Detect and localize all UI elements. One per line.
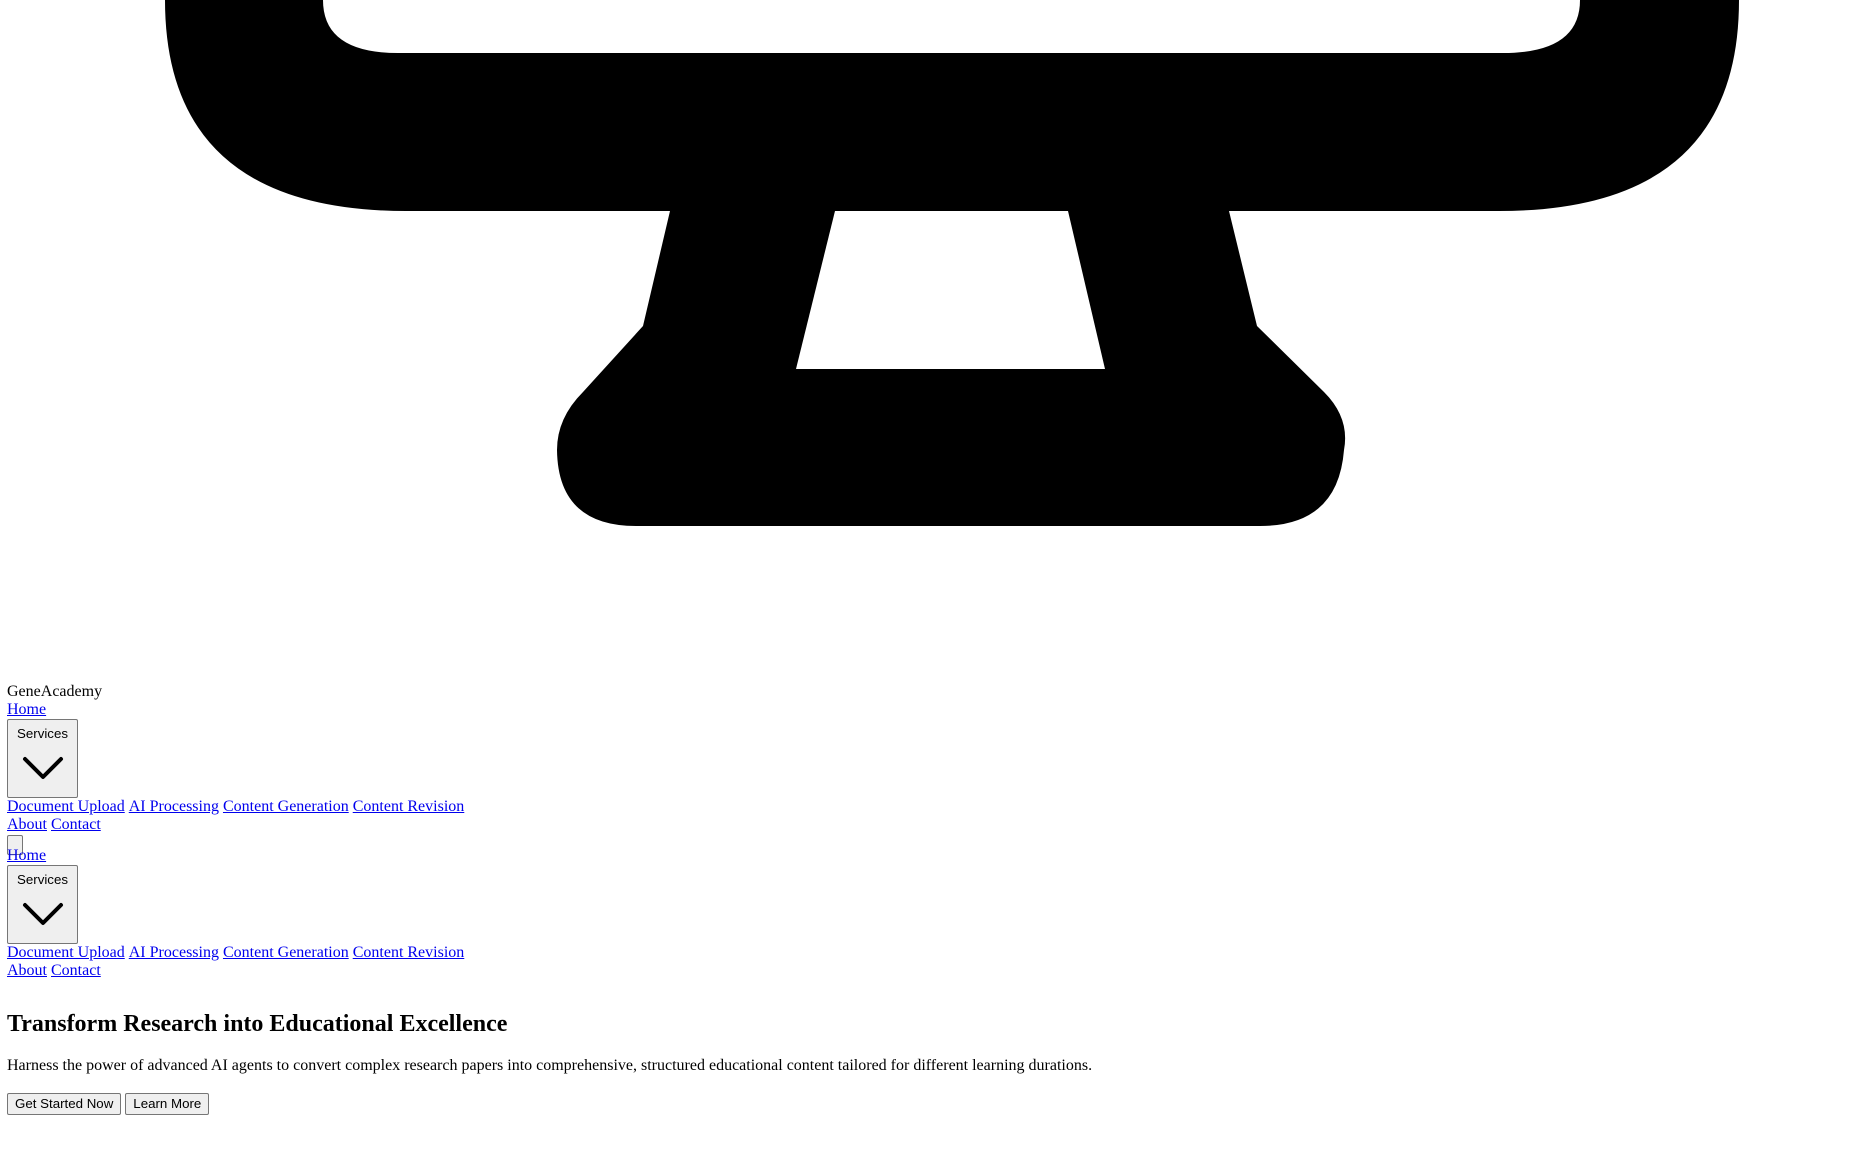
mobile-services-menu: Document Upload AI Processing Content Gene… xyxy=(7,944,607,962)
hero-actions: Get Started Now Learn More xyxy=(7,1093,213,1115)
page: GeneAcademy Home Services Document Uploa… xyxy=(0,0,1875,1150)
mobile-navigation: Home Services Document Upload AI Processi… xyxy=(7,847,607,980)
mobile-nav-about-link[interactable]: About xyxy=(7,962,47,979)
chevron-down-icon xyxy=(22,756,63,779)
desktop-service-content-revision-link[interactable]: Content Revision xyxy=(353,798,465,815)
hero-description: Harness the power of advanced AI agents … xyxy=(7,1057,1093,1074)
desktop-services-menu: Document Upload AI Processing Content Gene… xyxy=(7,798,1607,816)
hero-title: Transform Research into Educational Exce… xyxy=(7,1011,508,1037)
mobile-nav-contact-link[interactable]: Contact xyxy=(51,962,101,979)
mobile-nav-home-link[interactable]: Home xyxy=(7,847,46,864)
learn-more-button[interactable]: Learn More xyxy=(125,1093,210,1115)
mobile-service-content-generation-link[interactable]: Content Generation xyxy=(223,944,349,961)
desktop-services-dropdown-button[interactable]: Services xyxy=(7,719,78,798)
mobile-service-document-upload-link[interactable]: Document Upload xyxy=(7,944,125,961)
page-content: GeneAcademy Home Services Document Uploa… xyxy=(7,683,1607,1115)
desktop-nav-contact-link[interactable]: Contact xyxy=(51,816,101,833)
mobile-services-label: Services xyxy=(17,871,68,887)
brand-name: GeneAcademy xyxy=(7,683,103,700)
mobile-services-dropdown-button[interactable]: Services xyxy=(7,865,78,944)
desktop-services-label: Services xyxy=(17,725,68,741)
get-started-button[interactable]: Get Started Now xyxy=(7,1093,122,1115)
desktop-service-document-upload-link[interactable]: Document Upload xyxy=(7,798,125,815)
desktop-nav-about-link[interactable]: About xyxy=(7,816,47,833)
desktop-service-content-generation-link[interactable]: Content Generation xyxy=(223,798,349,815)
desktop-navigation: Home Services Document Upload AI Processi… xyxy=(7,701,1607,834)
chevron-down-icon xyxy=(22,902,63,925)
mobile-service-ai-processing-link[interactable]: AI Processing xyxy=(129,944,219,961)
monitor-icon xyxy=(0,0,1875,690)
desktop-service-ai-processing-link[interactable]: AI Processing xyxy=(129,798,219,815)
mobile-service-content-revision-link[interactable]: Content Revision xyxy=(353,944,465,961)
desktop-nav-home-link[interactable]: Home xyxy=(7,701,46,718)
